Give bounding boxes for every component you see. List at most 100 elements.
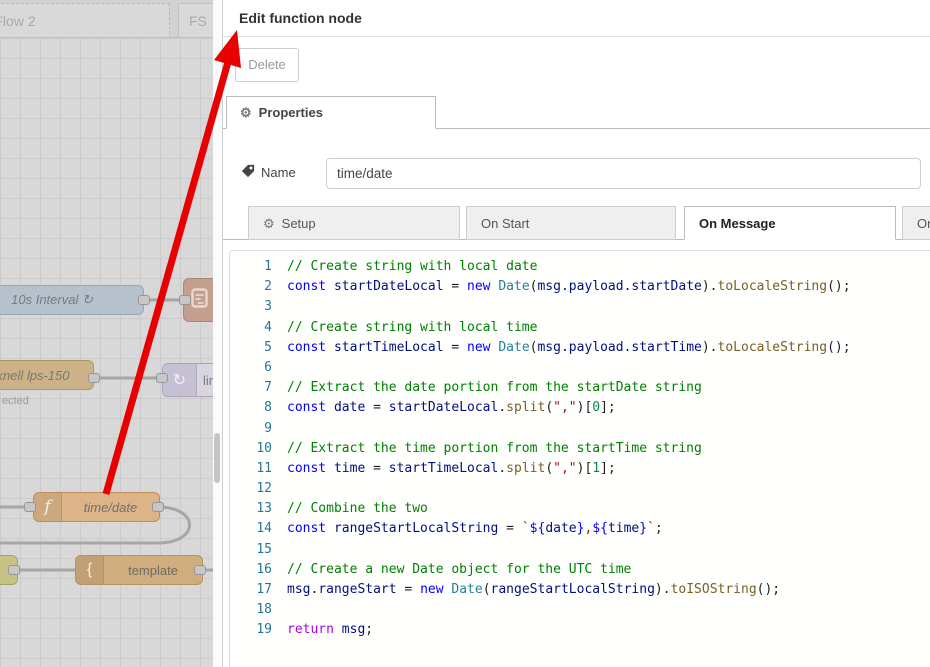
editor-tab-on-start[interactable]: On Start xyxy=(466,206,676,240)
code-line: 1// Create string with local date xyxy=(230,257,930,277)
node-output-port[interactable] xyxy=(8,565,20,575)
code-text: // Extract the time portion from the sta… xyxy=(272,439,702,459)
tab-properties[interactable]: ⚙ Properties xyxy=(226,96,436,129)
node-output-port[interactable] xyxy=(194,565,206,575)
code-line: 14const rangeStartLocalString = `${date}… xyxy=(230,519,930,539)
code-line: 3 xyxy=(230,297,930,317)
node-template[interactable]: { template xyxy=(75,555,203,585)
code-line: 2const startDateLocal = new Date(msg.pay… xyxy=(230,277,930,297)
timer-icon: ↻ xyxy=(163,364,197,396)
screen: Flow 2 FS 10s Interval ↻ xyxy=(0,0,930,667)
code-text xyxy=(272,358,287,378)
name-row: Name xyxy=(223,155,930,195)
node-function-timedate[interactable]: f time/date xyxy=(33,492,160,522)
scrollbar-thumb[interactable] xyxy=(214,433,220,483)
line-number: 11 xyxy=(230,459,272,479)
node-label: knell lps-150 xyxy=(0,368,93,383)
workspace-tabbar: Flow 2 FS xyxy=(0,0,213,38)
code-text: const startDateLocal = new Date(msg.payl… xyxy=(272,277,851,297)
gear-icon: ⚙ xyxy=(263,217,275,230)
workspace-tab-flow2[interactable]: Flow 2 xyxy=(0,3,170,38)
curly-brace-icon: { xyxy=(76,556,104,584)
node-label: 10s Interval ↻ xyxy=(0,292,143,308)
name-label: Name xyxy=(241,164,296,181)
editor-tab-setup[interactable]: ⚙Setup xyxy=(248,206,460,240)
code-text: // Create string with local date xyxy=(272,257,537,277)
line-number: 19 xyxy=(230,620,272,640)
code-line: 19return msg; xyxy=(230,620,930,640)
flow-canvas[interactable]: 10s Interval ↻ knell lps-150 ected xyxy=(0,38,213,667)
code-line: 4// Create string with local time xyxy=(230,318,930,338)
code-text xyxy=(272,479,287,499)
code-text: const date = startDateLocal.split(",")[0… xyxy=(272,398,616,418)
code-editor[interactable]: 1// Create string with local date2const … xyxy=(229,250,930,667)
workspace-tab-fs[interactable]: FS xyxy=(178,3,213,38)
code-text: // Combine the two xyxy=(272,499,428,519)
code-line: 11const time = startTimeLocal.split(",")… xyxy=(230,459,930,479)
code-text: return msg; xyxy=(272,620,373,640)
name-input[interactable] xyxy=(326,158,921,189)
line-number: 15 xyxy=(230,540,272,560)
code-line: 6 xyxy=(230,358,930,378)
workspace-scrollbar[interactable] xyxy=(213,0,222,667)
code-text xyxy=(272,540,287,560)
code-line: 18 xyxy=(230,600,930,620)
code-line: 10// Extract the time portion from the s… xyxy=(230,439,930,459)
template-lines-icon xyxy=(191,288,208,313)
code-line: 15 xyxy=(230,540,930,560)
code-text xyxy=(272,600,287,620)
editor-tab-on-message[interactable]: On Message xyxy=(684,206,896,240)
node-rate-limit[interactable]: ↻ limit xyxy=(162,363,213,397)
name-label-text: Name xyxy=(261,165,296,180)
line-number: 4 xyxy=(230,318,272,338)
line-number: 14 xyxy=(230,519,272,539)
node-output-port[interactable] xyxy=(88,373,100,383)
editor-tab-label: On Stop xyxy=(917,216,930,231)
edit-function-node-dialog: Edit function node Delete ⚙ Properties N… xyxy=(222,0,930,667)
line-number: 13 xyxy=(230,499,272,519)
node-inject-interval[interactable]: 10s Interval ↻ xyxy=(0,285,144,315)
line-number: 12 xyxy=(230,479,272,499)
code-text xyxy=(272,419,287,439)
code-text: msg.rangeStart = new Date(rangeStartLoca… xyxy=(272,580,780,600)
node-status-text: ected xyxy=(2,395,29,407)
tag-icon xyxy=(241,164,255,181)
code-line: 12 xyxy=(230,479,930,499)
line-number: 1 xyxy=(230,257,272,277)
line-number: 16 xyxy=(230,560,272,580)
code-line: 13// Combine the two xyxy=(230,499,930,519)
dialog-title: Edit function node xyxy=(239,10,362,26)
node-output-port[interactable] xyxy=(138,295,150,305)
line-number: 5 xyxy=(230,338,272,358)
line-number: 9 xyxy=(230,419,272,439)
gear-icon: ⚙ xyxy=(240,106,252,119)
editor-tab-label: On Start xyxy=(481,216,529,231)
code-line: 5const startTimeLocal = new Date(msg.pay… xyxy=(230,338,930,358)
node-serial-lps150[interactable]: knell lps-150 xyxy=(0,360,94,390)
code-line: 9 xyxy=(230,419,930,439)
node-input-port[interactable] xyxy=(179,295,191,305)
node-input-port[interactable] xyxy=(156,373,168,383)
code-text: // Create string with local time xyxy=(272,318,537,338)
function-f-icon: f xyxy=(34,493,62,521)
dialog-header: Edit function node xyxy=(223,0,930,37)
delete-button[interactable]: Delete xyxy=(235,48,299,82)
code-text: // Create a new Date object for the UTC … xyxy=(272,560,631,580)
code-text xyxy=(272,297,287,317)
line-number: 3 xyxy=(230,297,272,317)
workspace-tab-label: FS xyxy=(189,13,207,29)
code-line: 8const date = startDateLocal.split(",")[… xyxy=(230,398,930,418)
code-text: const rangeStartLocalString = `${date},$… xyxy=(272,519,663,539)
node-output-port[interactable] xyxy=(152,502,164,512)
editor-tab-on-stop[interactable]: On Stop xyxy=(902,206,930,240)
code-text: const startTimeLocal = new Date(msg.payl… xyxy=(272,338,851,358)
editor-tab-label: On Message xyxy=(699,216,776,231)
properties-tab-row: ⚙ Properties xyxy=(223,96,930,129)
node-input-port[interactable] xyxy=(24,502,36,512)
flow-workspace: Flow 2 FS 10s Interval ↻ xyxy=(0,0,213,667)
line-number: 18 xyxy=(230,600,272,620)
workspace-tab-label: Flow 2 xyxy=(0,13,36,29)
line-number: 8 xyxy=(230,398,272,418)
line-number: 10 xyxy=(230,439,272,459)
line-number: 17 xyxy=(230,580,272,600)
